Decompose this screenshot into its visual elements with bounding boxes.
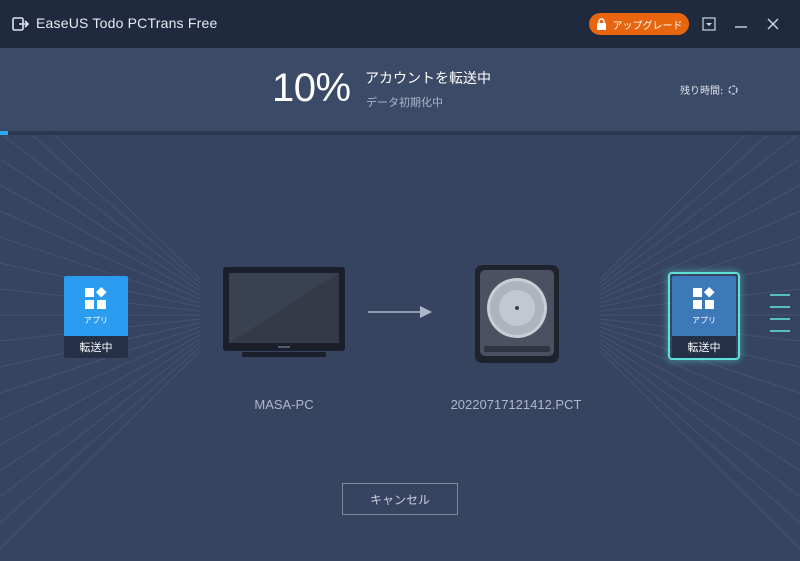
app-title: EaseUS Todo PCTrans Free [36,15,218,31]
status-text: アカウントを転送中 [365,71,491,87]
computer-monitor-icon [223,267,345,357]
minimize-button[interactable] [730,13,752,35]
upgrade-button[interactable]: アップグレード [589,13,689,35]
loading-spinner-icon [728,84,739,95]
menu-dropdown-button[interactable] [698,13,720,35]
title-bar: EaseUS Todo PCTrans Free アップグレード [0,0,800,48]
close-icon [767,18,779,30]
target-tile-label: アプリ [692,316,716,325]
app-window: EaseUS Todo PCTrans Free アップグレード 10% アカウ… [0,0,800,561]
transfer-arrow-icon [368,306,432,318]
source-tile-status: 転送中 [64,336,128,358]
apps-grid-icon [693,286,715,309]
source-tile-label: アプリ [84,316,108,325]
substatus-text: データ初期化中 [366,96,443,109]
lock-icon [596,18,606,30]
target-app-tile-highlight: アプリ 転送中 [668,272,740,360]
target-app-tile: アプリ 転送中 [672,276,736,358]
close-button[interactable] [762,13,784,35]
image-file-disk-icon [475,265,559,363]
dropdown-menu-icon [702,17,716,31]
source-pc-name: MASA-PC [254,397,314,412]
cancel-button[interactable]: キャンセル [342,483,458,515]
progress-percent: 10% [272,66,351,110]
destination-file-name: 20220717121412.PCT [450,397,582,412]
source-app-tile: アプリ 転送中 [64,276,128,358]
apps-grid-icon [85,286,107,309]
easeus-logo-icon [12,17,30,31]
remaining-time: 残り時間: [680,82,739,97]
remaining-time-label: 残り時間: [680,86,724,97]
upgrade-label: アップグレード [612,20,683,32]
target-tile-status: 転送中 [672,336,736,358]
progress-header: 10% アカウントを転送中 データ初期化中 残り時間: [0,48,800,134]
minimize-icon [735,26,747,28]
transfer-area: アプリ 転送中 アプリ 転送中 MASA-PC 20220717121412.P… [0,135,800,561]
